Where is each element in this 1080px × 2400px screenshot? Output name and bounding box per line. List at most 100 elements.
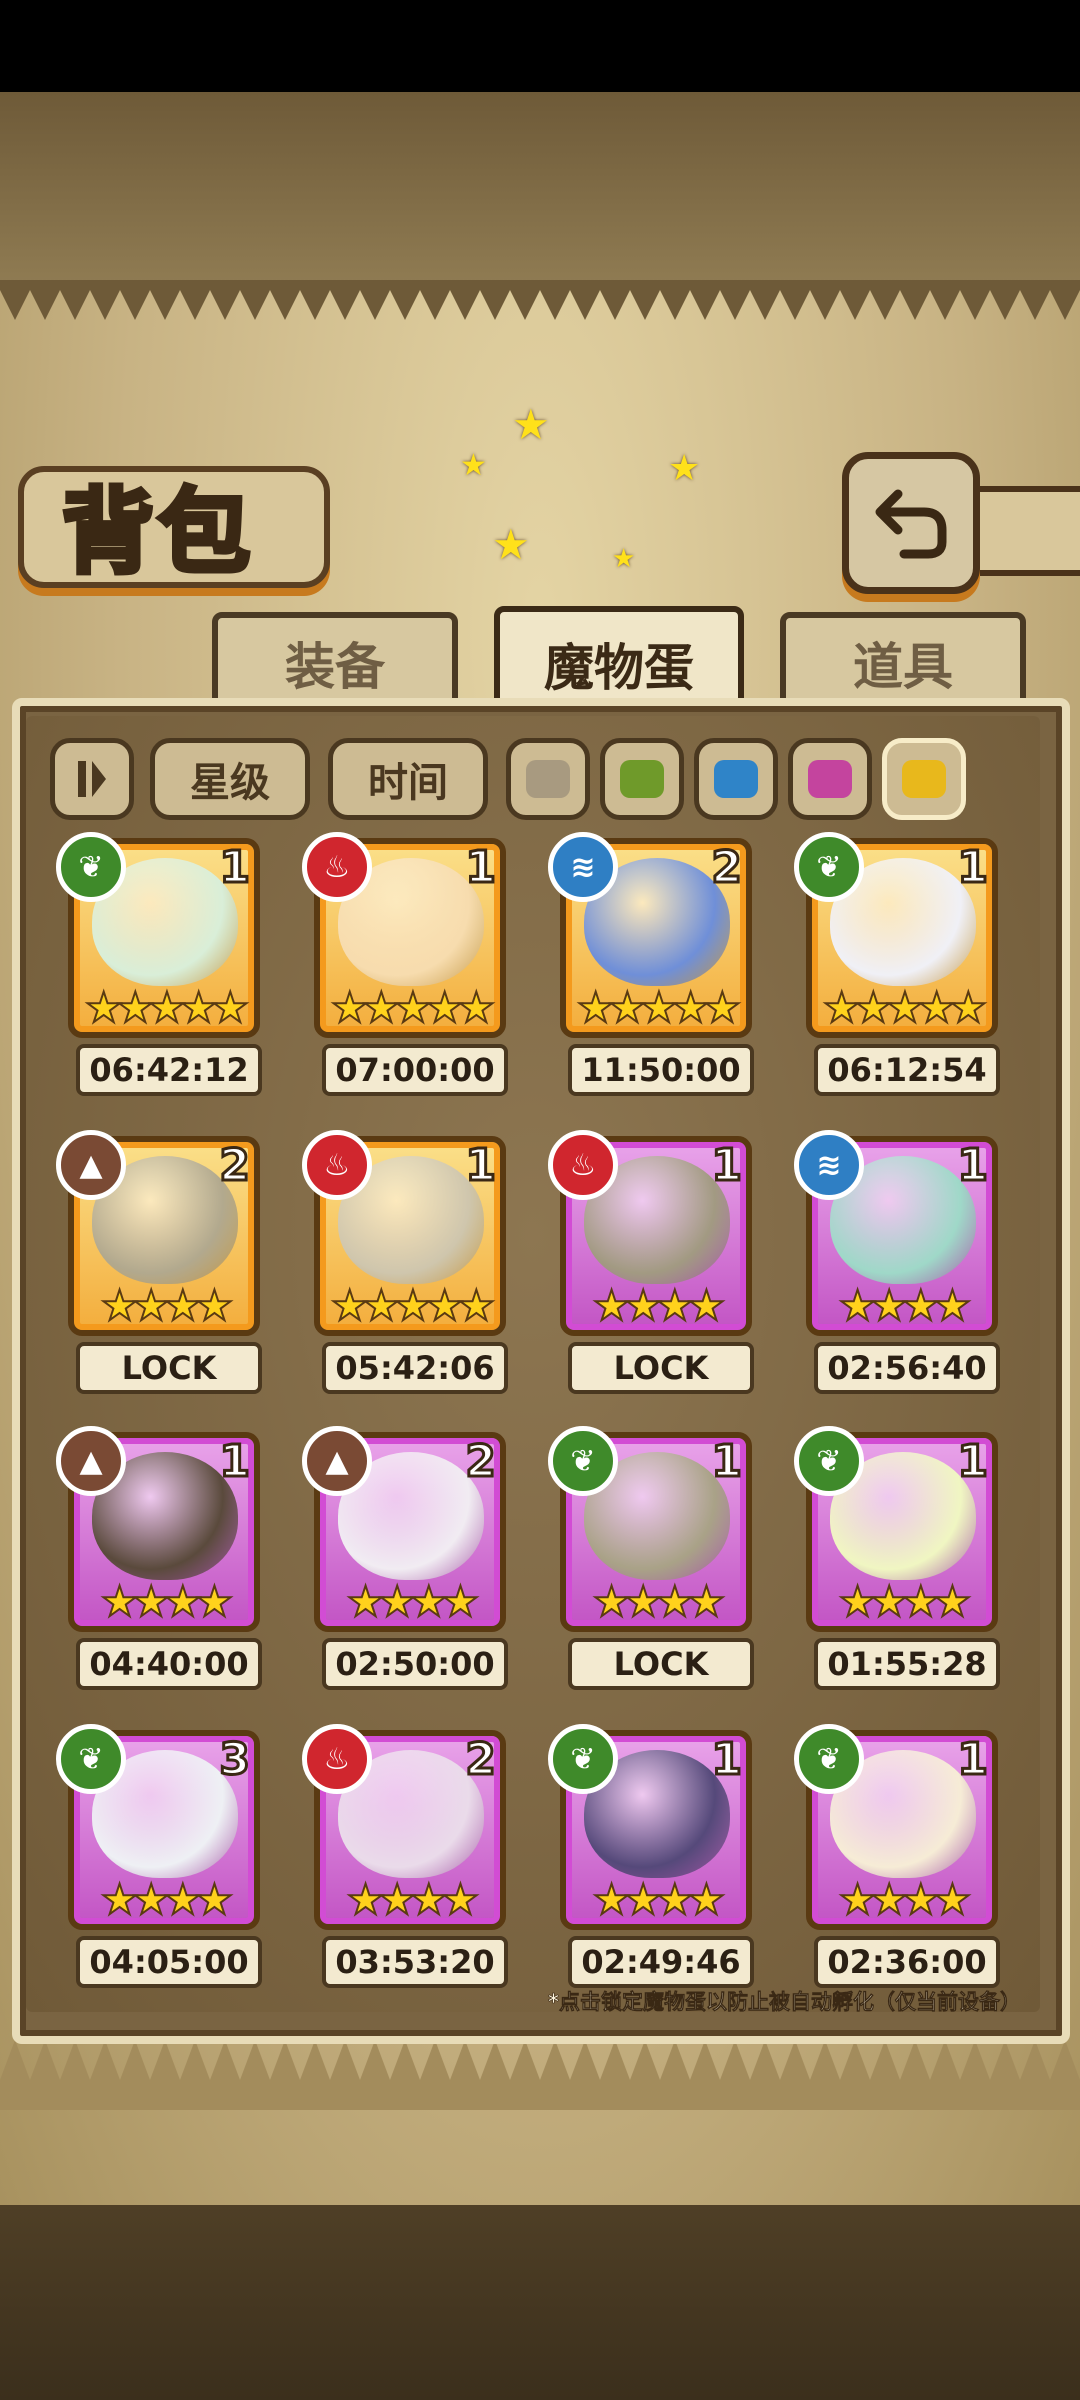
egg-count: 1 [956, 1435, 990, 1489]
egg-count: 1 [710, 1733, 744, 1787]
egg-count: 2 [464, 1733, 498, 1787]
star-rating: ★★★★ [838, 1875, 973, 1925]
egg-card[interactable]: ❦ 1 ★★★★ 02:36:00 [794, 1724, 1006, 1996]
map-star-icon: ★ [512, 400, 550, 449]
egg-card[interactable]: ▲ 2 ★★★★ 02:50:00 [302, 1426, 514, 1698]
fire-element-icon: ♨ [302, 1724, 372, 1794]
leaf-element-icon: ❦ [56, 1724, 126, 1794]
earth-element-icon: ▲ [302, 1426, 372, 1496]
map-star-icon: ★ [460, 448, 487, 483]
hatch-timer: 06:42:12 [76, 1044, 262, 1096]
star-rating: ★★★★★ [84, 983, 250, 1033]
leaf-element-icon: ❦ [794, 1724, 864, 1794]
star-rating: ★★★★ [100, 1577, 235, 1627]
egg-card[interactable]: ❦ 3 ★★★★ 04:05:00 [56, 1724, 268, 1996]
egg-card[interactable]: ❦ 1 ★★★★★ 06:12:54 [794, 832, 1006, 1104]
sort-toggle-button[interactable] [50, 738, 134, 820]
egg-count: 1 [956, 1139, 990, 1193]
gray-swatch [526, 760, 570, 798]
egg-card[interactable]: ♨ 1 ★★★★★ 05:42:06 [302, 1130, 514, 1402]
star-rating: ★★★★ [346, 1577, 481, 1627]
egg-card[interactable]: ▲ 2 ★★★★ LOCK [56, 1130, 268, 1402]
egg-count: 1 [710, 1435, 744, 1489]
filter-blue-button[interactable] [694, 738, 778, 820]
map-star-icon: ★ [492, 520, 530, 569]
egg-count: 1 [956, 1733, 990, 1787]
filter-gray-button[interactable] [506, 738, 590, 820]
leaf-element-icon: ❦ [794, 1426, 864, 1496]
egg-card[interactable]: ❦ 1 ★★★★ 02:49:46 [548, 1724, 760, 1996]
egg-card[interactable]: ❦ 1 ★★★★ LOCK [548, 1426, 760, 1698]
sort-by-time-button[interactable]: 时间 [328, 738, 488, 820]
star-rating: ★★★★ [592, 1281, 727, 1331]
hatch-timer: LOCK [568, 1342, 754, 1394]
map-bottom-band [0, 2205, 1080, 2400]
egg-card[interactable]: ≋ 2 ★★★★★ 11:50:00 [548, 832, 760, 1104]
star-rating: ★★★★ [592, 1577, 727, 1627]
egg-count: 2 [218, 1139, 252, 1193]
fire-element-icon: ♨ [302, 1130, 372, 1200]
egg-card[interactable]: ❦ 1 ★★★★★ 06:42:12 [56, 832, 268, 1104]
hatch-timer: 01:55:28 [814, 1638, 1000, 1690]
hatch-timer: 06:12:54 [814, 1044, 1000, 1096]
egg-count: 3 [218, 1733, 252, 1787]
egg-card[interactable]: ♨ 2 ★★★★ 03:53:20 [302, 1724, 514, 1996]
star-rating: ★★★★★ [330, 983, 496, 1033]
egg-count: 1 [956, 841, 990, 895]
leaf-element-icon: ❦ [548, 1724, 618, 1794]
egg-count: 1 [464, 1139, 498, 1193]
back-button[interactable] [842, 452, 980, 594]
hatch-timer: 02:50:00 [322, 1638, 508, 1690]
egg-count: 1 [218, 841, 252, 895]
green-swatch [620, 760, 664, 798]
star-rating: ★★★★ [838, 1577, 973, 1627]
fire-element-icon: ♨ [302, 832, 372, 902]
map-star-icon: ★ [612, 544, 636, 574]
water-element-icon: ≋ [548, 832, 618, 902]
egg-count: 2 [710, 841, 744, 895]
star-rating: ★★★★ [592, 1875, 727, 1925]
star-rating: ★★★★★ [576, 983, 742, 1033]
hatch-timer: 11:50:00 [568, 1044, 754, 1096]
leaf-element-icon: ❦ [794, 832, 864, 902]
map-star-icon: ★ [668, 448, 701, 489]
hatch-timer: 02:56:40 [814, 1342, 1000, 1394]
return-arrow-icon [875, 489, 947, 559]
egg-count: 1 [218, 1435, 252, 1489]
lock-footnote: *点击锁定魔物蛋以防止被自动孵化（仅当前设备） [548, 1990, 1022, 2015]
hatch-timer: 04:40:00 [76, 1638, 262, 1690]
egg-card[interactable]: ≋ 1 ★★★★ 02:56:40 [794, 1130, 1006, 1402]
star-rating: ★★★★ [100, 1875, 235, 1925]
filter-gold-button[interactable] [882, 738, 966, 820]
egg-card[interactable]: ♨ 1 ★★★★★ 07:00:00 [302, 832, 514, 1104]
zigzag-top-border [0, 280, 1080, 320]
earth-element-icon: ▲ [56, 1426, 126, 1496]
egg-card[interactable]: ▲ 1 ★★★★ 04:40:00 [56, 1426, 268, 1698]
blue-swatch [714, 760, 758, 798]
egg-count: 1 [710, 1139, 744, 1193]
leaf-element-icon: ❦ [548, 1426, 618, 1496]
earth-element-icon: ▲ [56, 1130, 126, 1200]
sort-by-stars-button[interactable]: 星级 [150, 738, 310, 820]
filter-green-button[interactable] [600, 738, 684, 820]
sort-toggle-icon [78, 761, 106, 797]
star-rating: ★★★★ [346, 1875, 481, 1925]
egg-card[interactable]: ❦ 1 ★★★★ 01:55:28 [794, 1426, 1006, 1698]
leaf-element-icon: ❦ [56, 832, 126, 902]
egg-card[interactable]: ♨ 1 ★★★★ LOCK [548, 1130, 760, 1402]
hatch-timer: 07:00:00 [322, 1044, 508, 1096]
hatch-timer: LOCK [568, 1638, 754, 1690]
hatch-timer: 04:05:00 [76, 1936, 262, 1988]
fire-element-icon: ♨ [548, 1130, 618, 1200]
hatch-timer: 02:49:46 [568, 1936, 754, 1988]
purple-swatch [808, 760, 852, 798]
star-rating: ★★★★★ [330, 1281, 496, 1331]
hatch-timer: 03:53:20 [322, 1936, 508, 1988]
zigzag-bottom-border [0, 2040, 1080, 2110]
gold-swatch [902, 760, 946, 798]
filter-purple-button[interactable] [788, 738, 872, 820]
hatch-timer: LOCK [76, 1342, 262, 1394]
hatch-timer: 05:42:06 [322, 1342, 508, 1394]
star-rating: ★★★★★ [822, 983, 988, 1033]
egg-count: 2 [464, 1435, 498, 1489]
